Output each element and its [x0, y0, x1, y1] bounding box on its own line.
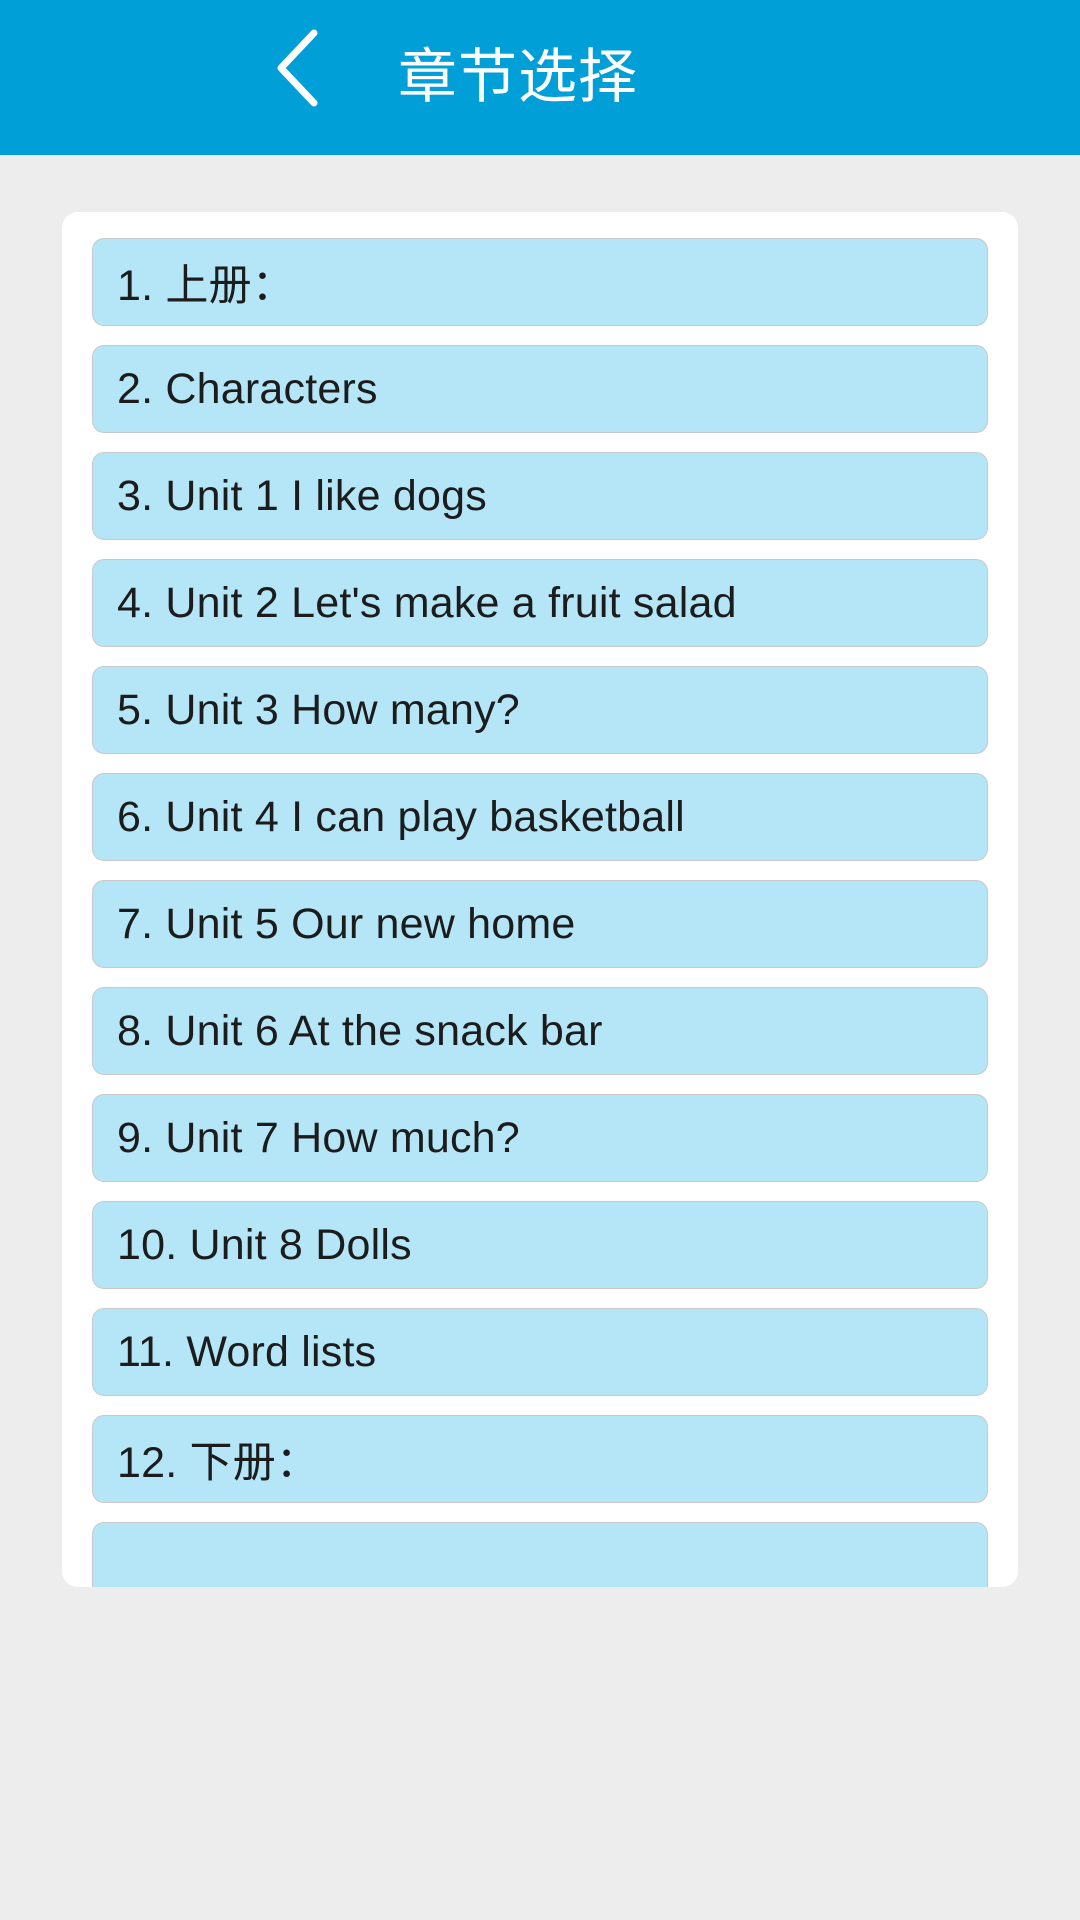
chapter-item-label: 10. Unit 8 Dolls — [117, 1220, 412, 1269]
back-button[interactable] — [250, 22, 342, 114]
chapter-list[interactable]: 1. 上册： 2. Characters 3. Unit 1 I like dogs… — [62, 212, 1018, 1587]
chapter-list-item[interactable] — [92, 1522, 988, 1587]
chapter-list-item[interactable]: 11. Word lists — [92, 1308, 988, 1396]
chapter-item-label: 4. Unit 2 Let's make a fruit salad — [117, 578, 737, 627]
chapter-item-label: 1. 上册： — [117, 262, 296, 310]
chapter-list-item[interactable]: 1. 上册： — [92, 238, 988, 326]
chapter-list-item[interactable]: 9. Unit 7 How much? — [92, 1094, 988, 1182]
chapter-list-item[interactable]: 10. Unit 8 Dolls — [92, 1201, 988, 1289]
chapter-item-label: 11. Word lists — [117, 1327, 377, 1376]
chapter-list-item[interactable]: 8. Unit 6 At the snack bar — [92, 987, 988, 1075]
chapter-item-label: 7. Unit 5 Our new home — [117, 899, 576, 948]
chapter-list-item[interactable]: 7. Unit 5 Our new home — [92, 880, 988, 968]
chapter-list-item[interactable]: 3. Unit 1 I like dogs — [92, 452, 988, 540]
chevron-left-icon — [270, 27, 322, 109]
chapter-item-label: 3. Unit 1 I like dogs — [117, 471, 487, 520]
chapter-list-item[interactable]: 5. Unit 3 How many? — [92, 666, 988, 754]
chapter-item-label: 6. Unit 4 I can play basketball — [117, 792, 685, 841]
page-title: 章节选择 — [398, 44, 639, 110]
chapter-card: 1. 上册： 2. Characters 3. Unit 1 I like dogs… — [62, 212, 1018, 1587]
chapter-list-item[interactable]: 4. Unit 2 Let's make a fruit salad — [92, 559, 988, 647]
chapter-list-item[interactable]: 2. Characters — [92, 345, 988, 433]
chapter-item-label: 9. Unit 7 How much? — [117, 1113, 520, 1162]
content-area: 1. 上册： 2. Characters 3. Unit 1 I like dogs… — [0, 155, 1080, 1920]
app-header: 章节选择 — [0, 0, 1080, 155]
chapter-item-label: 5. Unit 3 How many? — [117, 685, 520, 734]
chapter-item-label: 8. Unit 6 At the snack bar — [117, 1006, 603, 1055]
chapter-item-label: 2. Characters — [117, 364, 378, 413]
chapter-item-label: 12. 下册： — [117, 1439, 320, 1487]
chapter-list-item[interactable]: 12. 下册： — [92, 1415, 988, 1503]
chapter-list-item[interactable]: 6. Unit 4 I can play basketball — [92, 773, 988, 861]
